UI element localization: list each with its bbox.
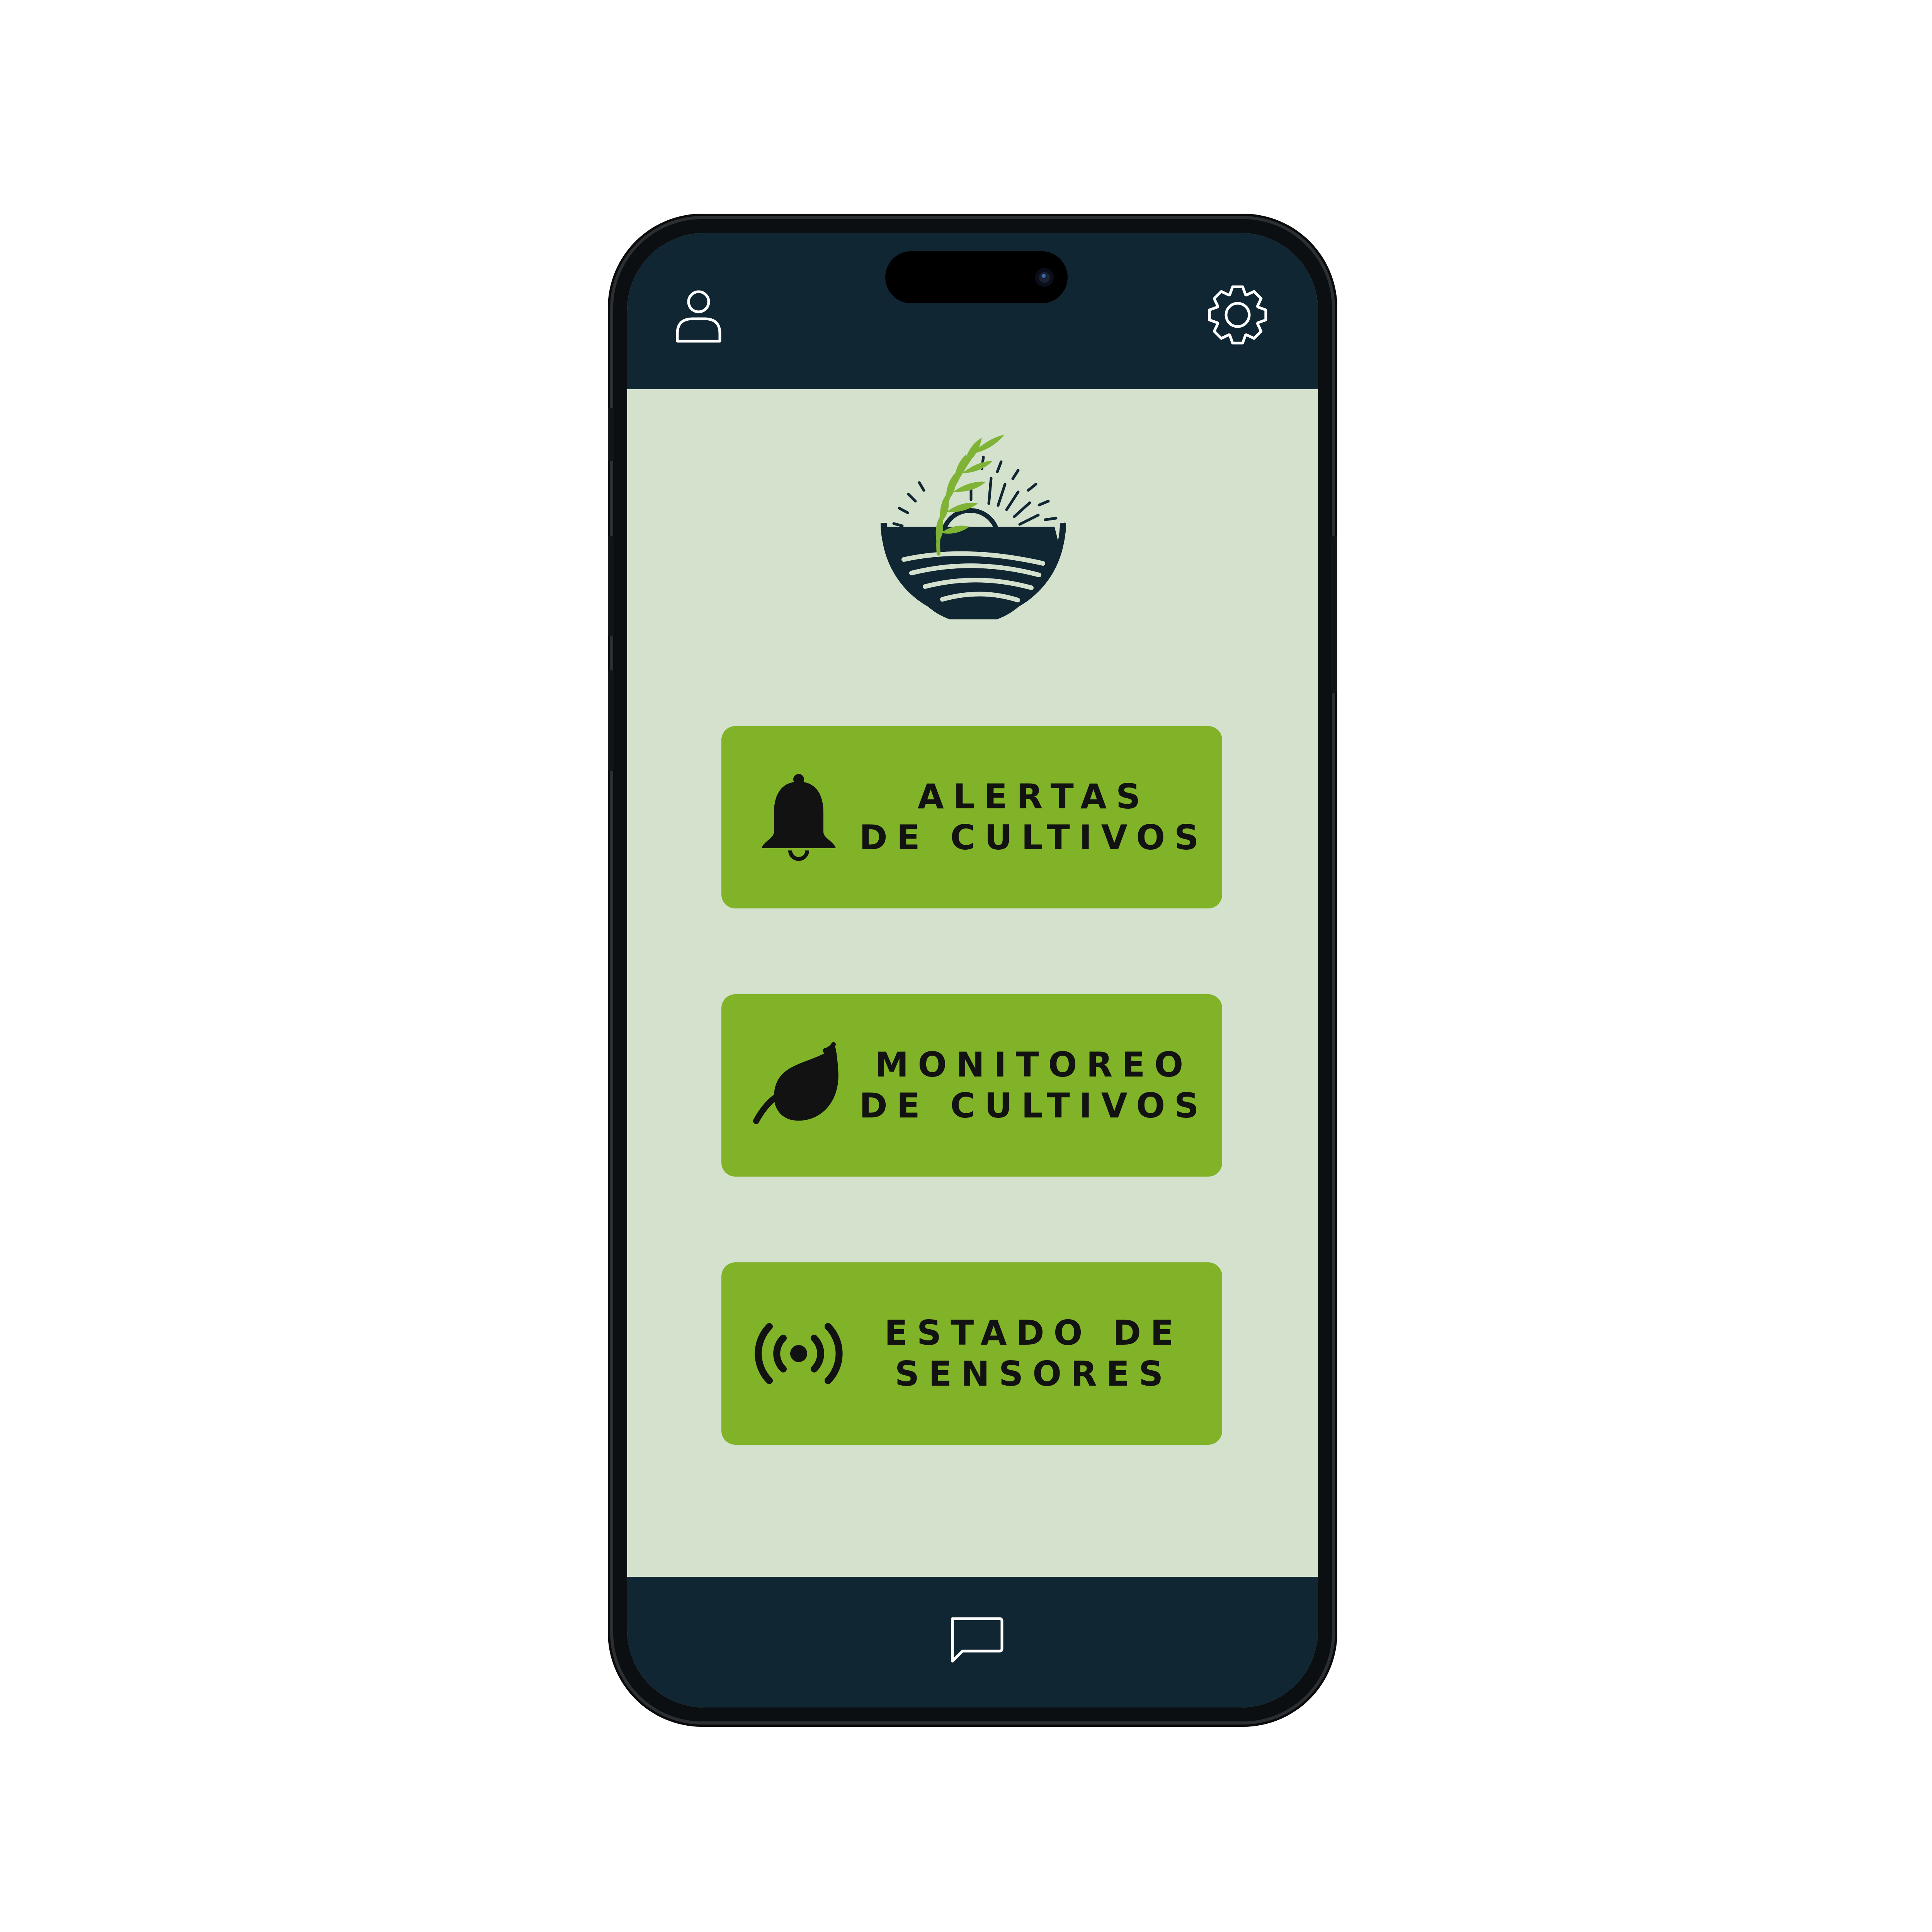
leaf-icon	[753, 1042, 838, 1124]
monitoring-label-line1: MONITOREO	[874, 1045, 1193, 1085]
alerts-button-label: ALERTAS DE CULTIVOS	[859, 726, 1199, 908]
sensors-button-label: ESTADO DE SENSORES	[868, 1262, 1199, 1445]
farm-logo	[881, 435, 1066, 619]
side-button-volume-up	[608, 536, 614, 636]
bell-icon	[762, 774, 836, 861]
app-screen: ALERTAS DE CULTIVOS MONITOREO DE CULTIVO…	[627, 233, 1318, 1708]
chat-bubble-icon[interactable]	[947, 1615, 1005, 1664]
alerts-button[interactable]: ALERTAS DE CULTIVOS	[721, 726, 1222, 908]
side-button-power	[1331, 536, 1337, 693]
top-bar	[627, 233, 1318, 389]
monitoring-button-label: MONITOREO DE CULTIVOS	[859, 994, 1199, 1177]
sensors-button[interactable]: ESTADO DE SENSORES	[721, 1262, 1222, 1445]
alerts-label-line2: DE CULTIVOS	[859, 818, 1208, 857]
sensors-label-line2: SENSORES	[895, 1354, 1173, 1394]
broadcast-icon	[755, 1323, 843, 1384]
user-icon[interactable]	[673, 287, 724, 345]
alerts-label-line1: ALERTAS	[917, 777, 1150, 816]
bottom-bar	[627, 1577, 1318, 1708]
side-button-volume-down	[608, 670, 614, 771]
phone-frame: ALERTAS DE CULTIVOS MONITOREO DE CULTIVO…	[608, 219, 1337, 1721]
camera-icon	[1035, 268, 1054, 287]
sensors-label-line1: ESTADO DE	[884, 1313, 1183, 1353]
monitoring-label-line2: DE CULTIVOS	[859, 1086, 1208, 1126]
canvas: ALERTAS DE CULTIVOS MONITOREO DE CULTIVO…	[0, 0, 1932, 1932]
side-button-silent	[608, 408, 614, 461]
dynamic-island	[885, 251, 1068, 303]
monitoring-button[interactable]: MONITOREO DE CULTIVOS	[721, 994, 1222, 1177]
gear-icon[interactable]	[1205, 282, 1270, 348]
